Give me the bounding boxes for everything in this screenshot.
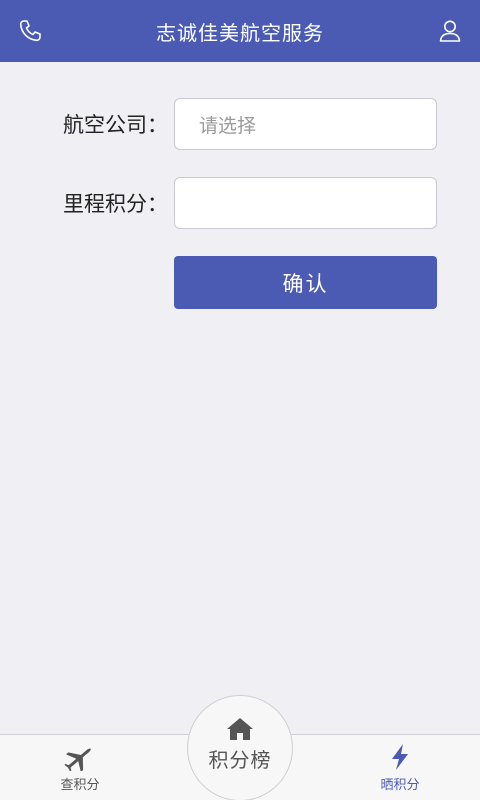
page-title: 志诚佳美航空服务 [156, 20, 324, 45]
tab-share-points-label: 晒积分 [380, 778, 420, 793]
home-icon [227, 718, 253, 740]
tab-check-points-label: 查积分 [60, 778, 100, 793]
tab-check-points[interactable]: 查积分 [20, 735, 140, 800]
mileage-row: 里程积分： [0, 177, 480, 229]
lightning-icon [392, 744, 408, 770]
airplane-icon [64, 748, 91, 771]
tab-points-ranking[interactable]: 积分榜 [187, 695, 293, 800]
airline-label: 航空公司： [63, 113, 168, 137]
mileage-input[interactable] [174, 177, 437, 229]
tab-points-ranking-label: 积分榜 [208, 748, 272, 772]
user-icon [439, 20, 461, 42]
confirm-button[interactable]: 确认 [174, 256, 437, 309]
tab-share-points[interactable]: 晒积分 [340, 735, 460, 800]
airline-placeholder: 请选择 [199, 114, 257, 137]
header-bar: 志诚佳美航空服务 [0, 0, 480, 62]
airline-row: 航空公司： 请选择 [0, 98, 480, 150]
phone-icon [19, 20, 41, 42]
mileage-label: 里程积分： [63, 192, 168, 216]
app-screen: 志诚佳美航空服务 航空公司： 请选择 里程积分： 确认 查积分 晒积分 积分榜 [0, 0, 480, 800]
airline-select[interactable]: 请选择 [174, 98, 437, 150]
phone-button[interactable] [14, 15, 46, 47]
user-button[interactable] [434, 15, 466, 47]
